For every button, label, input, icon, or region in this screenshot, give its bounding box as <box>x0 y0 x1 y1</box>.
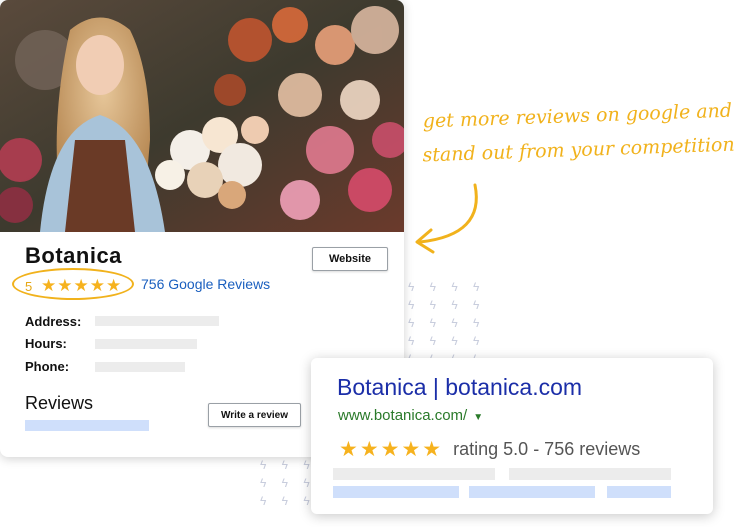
search-result-card: Botanica | botanica.com www.botanica.com… <box>311 358 713 514</box>
website-button[interactable]: Website <box>312 247 388 271</box>
business-name: Botanica <box>25 243 122 268</box>
google-reviews-link[interactable]: 756 Google Reviews <box>141 276 270 292</box>
phone-label: Phone: <box>25 359 70 374</box>
florist-photo <box>0 0 404 232</box>
rating-row: 5 ★★★★★ <box>25 276 122 296</box>
write-review-button[interactable]: Write a review <box>208 403 301 427</box>
address-placeholder <box>95 316 219 326</box>
search-result-rating: ★★★★★ rating 5.0 - 756 reviews <box>339 437 640 462</box>
star-rating-icon: ★★★★★ <box>339 438 444 461</box>
snippet-placeholder-2 <box>509 468 671 480</box>
reviews-placeholder <box>25 420 149 431</box>
sitelink-placeholder-2 <box>469 486 595 498</box>
phone-placeholder <box>95 362 185 372</box>
handwritten-callout: get more reviews on google and stand out… <box>412 93 744 172</box>
star-rating-icon: ★★★★★ <box>41 276 123 295</box>
curved-arrow-icon <box>415 183 478 254</box>
search-result-title-link[interactable]: Botanica | botanica.com <box>337 374 582 401</box>
address-label: Address: <box>25 314 82 329</box>
bolt-pattern-right: ϟ ϟ ϟ ϟϟ ϟ ϟ ϟϟ ϟ ϟ ϟϟ ϟ ϟ ϟϟ ϟ ϟ ϟ <box>408 280 486 366</box>
reviews-heading: Reviews <box>25 393 94 413</box>
search-result-url: www.botanica.com/ ▼ <box>338 407 483 424</box>
search-result-url-text: www.botanica.com/ <box>338 407 468 424</box>
dropdown-caret-icon[interactable]: ▼ <box>473 412 483 423</box>
snippet-placeholder-1 <box>333 468 495 480</box>
sitelink-placeholder-1 <box>333 486 459 498</box>
bolt-pattern-left: ϟ ϟ ϟϟ ϟ ϟϟ ϟ ϟ <box>260 458 316 508</box>
rating-value: 5 <box>25 278 33 294</box>
hours-label: Hours: <box>25 336 67 351</box>
sitelink-placeholder-3 <box>607 486 671 498</box>
rating-text: rating 5.0 - 756 reviews <box>453 439 641 459</box>
hours-placeholder <box>95 339 197 349</box>
